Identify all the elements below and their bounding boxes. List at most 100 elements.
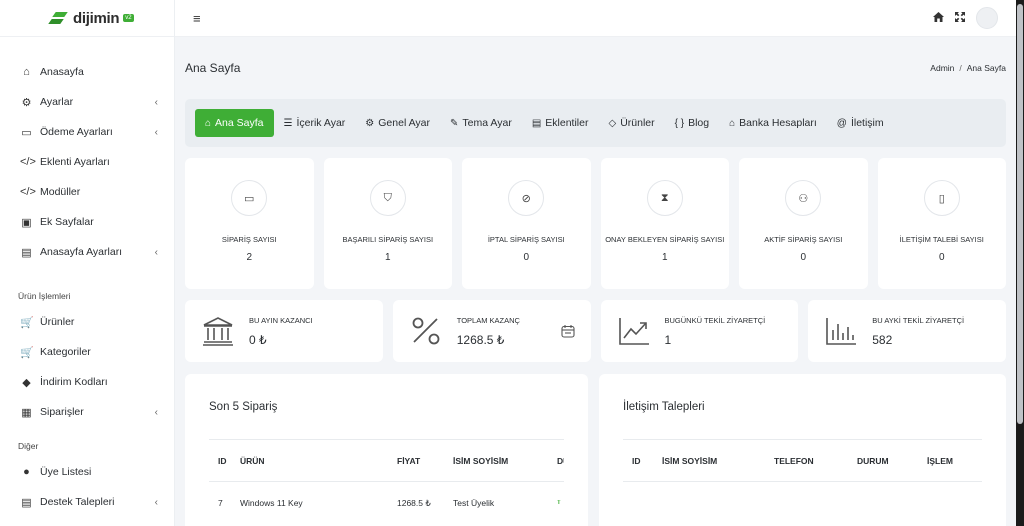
user-avatar[interactable] xyxy=(976,7,998,29)
bank-icon xyxy=(201,314,235,348)
breadcrumb-admin[interactable]: Admin xyxy=(930,63,954,73)
page-title: Ana Sayfa xyxy=(185,61,241,75)
tag-icon: ◆ xyxy=(22,376,31,389)
sidebar-item-label: Eklenti Ayarları xyxy=(40,156,110,168)
tab-tema-ayar[interactable]: ✎ Tema Ayar xyxy=(440,109,522,137)
kpi-card-monthly-earnings: BU AYIN KAZANCI 0 ₺ xyxy=(185,300,383,362)
sidebar-menu: ⌂ Anasayfa ⚙ Ayarlar ‹ ▭ Ödeme Ayarları ‹ </> Ekl… xyxy=(0,37,174,517)
stat-card-i-leti-si-m-talebi-sayisi: ▯ İLETİŞİM TALEBİ SAYISI 0 xyxy=(877,158,1006,289)
bar-chart-icon xyxy=(824,314,858,348)
sidebar-item-moduller[interactable]: </> Modüller xyxy=(0,177,174,207)
chevron-left-icon: ‹ xyxy=(154,96,158,108)
sidebar-item-i-ndirim-kodlari[interactable]: ◆ İndirim Kodları xyxy=(0,367,174,397)
tab-urunler[interactable]: ◇ Ürünler xyxy=(598,109,664,137)
tab-eklentiler[interactable]: ▤ Eklentiler xyxy=(522,109,599,137)
table-row[interactable]: 7 Windows 11 Key 1268.5 ₺ Test Üyelik T xyxy=(209,482,564,524)
sidebar-item-label: Kategoriler xyxy=(40,346,91,358)
sidebar-item-label: İndirim Kodları xyxy=(40,376,108,388)
stat-value: 0 xyxy=(800,252,807,263)
window-scrollbar[interactable] xyxy=(1016,0,1024,526)
orders-table: ID ÜRÜN FİYAT İSİM SOYİSİM DU 7 Windows … xyxy=(209,439,564,524)
tab-blog[interactable]: { } Blog xyxy=(665,109,719,137)
cogs-icon: ⚙ xyxy=(21,96,32,109)
sidebar-item-ayarlar[interactable]: ⚙ Ayarlar ‹ xyxy=(0,87,174,117)
stat-value: 1 xyxy=(384,252,391,263)
percent-icon xyxy=(409,314,443,348)
sidebar-item-urunler[interactable]: 🛒 Ürünler xyxy=(0,307,174,337)
stat-card-onay-bekleyen-si-pari-s-sayisi: ⧗ ONAY BEKLEYEN SİPARİŞ SAYISI 1 xyxy=(600,158,729,289)
kpi-value: 1 xyxy=(664,332,672,347)
sidebar-item-eklenti-ayarlari[interactable]: </> Eklenti Ayarları xyxy=(0,147,174,177)
hamburger-menu-icon[interactable]: ≡ xyxy=(193,11,201,26)
brand-logo[interactable]: dijimin v2 xyxy=(0,0,174,37)
col-header-phone: TELEFON xyxy=(774,455,814,466)
sidebar-item-kategoriler[interactable]: 🛒 Kategoriler xyxy=(0,337,174,367)
tab-label: Tema Ayar xyxy=(462,117,512,129)
section-title-products: Ürün İşlemleri xyxy=(18,291,71,301)
ban-icon: ⊘ xyxy=(508,180,545,216)
shield-plus-icon: ⛉ xyxy=(369,180,406,216)
stat-label: ONAY BEKLEYEN SİPARİŞ SAYISI xyxy=(605,235,725,244)
stat-value: 0 xyxy=(523,252,530,263)
calendar-icon[interactable] xyxy=(560,324,575,343)
cell-product: Windows 11 Key xyxy=(240,498,303,508)
user-icon: ● xyxy=(23,466,30,478)
tab-genel-ayar[interactable]: ⚙ Genel Ayar xyxy=(355,109,440,137)
panels-row: Son 5 Sipariş ID ÜRÜN FİYAT İSİM SOYİSİM… xyxy=(185,374,1006,526)
stat-label: AKTİF SİPARİŞ SAYISI xyxy=(764,235,843,244)
kpi-label: BU AYKİ TEKİL ZİYARETÇİ xyxy=(872,315,965,325)
bank-icon: ⌂ xyxy=(729,117,736,129)
logo-mark-icon xyxy=(48,12,68,24)
sidebar-item-label: Modüller xyxy=(40,186,81,198)
tab-label: İçerik Ayar xyxy=(296,117,346,129)
chevron-left-icon: ‹ xyxy=(154,406,158,418)
credit-card-icon: ▭ xyxy=(21,126,32,139)
stat-card-si-pari-s-sayisi: ▭ SİPARİŞ SAYISI 2 xyxy=(185,158,314,289)
home-icon[interactable] xyxy=(933,11,944,25)
sidebar-item-ek-sayfalar[interactable]: ▣ Ek Sayfalar xyxy=(0,207,174,237)
tab-label: Ana Sayfa xyxy=(215,117,264,129)
cell-name: Test Üyelik xyxy=(453,498,495,508)
last-orders-panel: Son 5 Sipariş ID ÜRÜN FİYAT İSİM SOYİSİM… xyxy=(185,374,588,526)
sidebar-item-anasayfa-ayarlari[interactable]: ▤ Anasayfa Ayarları ‹ xyxy=(0,237,174,267)
sidebar-item-uye-listesi[interactable]: ● Üye Listesi xyxy=(0,457,174,487)
sidebar-item-label: Ürünler xyxy=(40,316,75,328)
tab-banka-hesaplari[interactable]: ⌂ Banka Hesapları xyxy=(719,109,827,137)
col-header-id: ID xyxy=(218,455,227,466)
braces-icon: { } xyxy=(674,117,685,129)
col-header-name: İSİM SOYİSİM xyxy=(453,455,509,466)
sidebar-item-label: Anasayfa xyxy=(40,66,84,78)
sidebar-item-siparisler[interactable]: ▦ Siparişler ‹ xyxy=(0,397,174,427)
tab-label: Genel Ayar xyxy=(378,117,431,129)
cart-icon: 🛒 xyxy=(20,346,34,359)
sidebar-item-label: Destek Talepleri xyxy=(40,496,115,508)
tab-ana-sayfa[interactable]: ⌂ Ana Sayfa xyxy=(195,109,274,137)
tab-i-cerik-ayar[interactable]: ☰ İçerik Ayar xyxy=(274,109,356,137)
stat-value: 1 xyxy=(661,252,668,263)
scrollbar-thumb[interactable] xyxy=(1017,4,1023,424)
sidebar-item-odeme-ayarlari[interactable]: ▭ Ödeme Ayarları ‹ xyxy=(0,117,174,147)
tabs-bar: ⌂ Ana Sayfa ☰ İçerik Ayar ⚙ Genel Ayar ✎ Tema A… xyxy=(185,99,1006,147)
contacts-table: ID İSİM SOYİSİM TELEFON DURUM İŞLEM xyxy=(623,439,982,482)
table-header: ID ÜRÜN FİYAT İSİM SOYİSİM DU xyxy=(209,440,564,482)
brand-version: v2 xyxy=(123,14,134,22)
magic-wand-icon: ✎ xyxy=(450,117,459,129)
tab-i-letisim[interactable]: @ İletişim xyxy=(827,109,894,137)
col-header-status: DURUM xyxy=(857,455,889,466)
code-icon: </> xyxy=(20,156,36,168)
tag-outline-icon: ◇ xyxy=(608,117,617,129)
sidebar-item-destek-talepleri[interactable]: ▤ Destek Talepleri ‹ xyxy=(0,487,174,517)
sidebar-item-anasayfa[interactable]: ⌂ Anasayfa xyxy=(0,57,174,87)
tab-label: Blog xyxy=(688,117,710,129)
code-icon: </> xyxy=(20,186,36,198)
stat-value: 2 xyxy=(246,252,253,263)
user-page-icon: ▣ xyxy=(21,216,32,229)
cell-status-badge: T xyxy=(557,500,561,506)
kpi-card-month-visitors: BU AYKİ TEKİL ZİYARETÇİ 582 xyxy=(808,300,1006,362)
sidebar-item-label: Ayarlar xyxy=(40,96,74,108)
chevron-left-icon: ‹ xyxy=(154,126,158,138)
fullscreen-icon[interactable] xyxy=(955,11,965,25)
kpi-value: 582 xyxy=(872,332,893,347)
kpi-label: BU AYIN KAZANCI xyxy=(249,315,313,325)
tab-label: Ürünler xyxy=(620,117,655,129)
